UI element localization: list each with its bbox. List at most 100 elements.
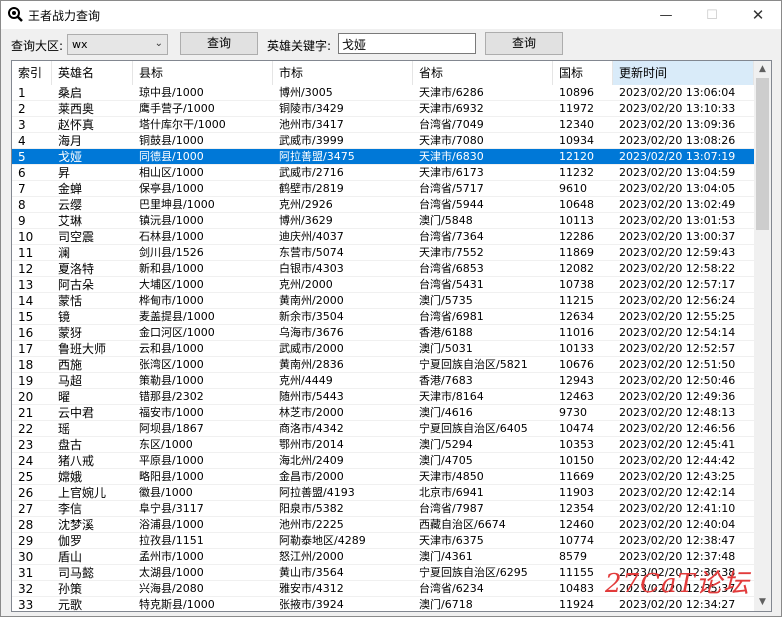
table-cell: 孟州市/1000 (139, 550, 204, 563)
table-cell: 鲁班大师 (58, 342, 107, 356)
table-row[interactable]: 26 上官婉儿 徽县/1000 阿拉善盟/4193 北京市/6941 11903 2023/… (12, 485, 754, 501)
table-cell: 阿拉善盟/3475 (279, 150, 355, 163)
table-row[interactable]: 6 昇 相山区/1000 武威市/2716 天津市/6173 11232 2023/02/2… (12, 165, 754, 181)
table-cell: 澳门/6718 (419, 598, 473, 611)
table-row[interactable]: 8 云缨 巴里坤县/1000 克州/2926 台湾省/5944 10648 2023/02/… (12, 197, 754, 213)
table-cell: 10353 (559, 438, 594, 451)
table-row[interactable]: 7 金蝉 保亭县/1000 鹤壁市/2819 台湾省/5717 9610 2023/02/2… (12, 181, 754, 197)
table-cell: 鹰手营子/1000 (139, 102, 215, 115)
table-row[interactable]: 3 赵怀真 塔什库尔干/1000 池州市/3417 台湾省/7049 12340 2023/… (12, 117, 754, 133)
table-row[interactable]: 9 艾琳 镇沅县/1000 博州/3629 澳门/5848 10113 2023/02/20… (12, 213, 754, 229)
table-cell: 7 (18, 182, 26, 196)
table-cell: 阜宁县/3117 (139, 502, 204, 515)
table-cell: 天津市/6375 (419, 534, 484, 547)
table-row[interactable]: 4 海月 铜鼓县/1000 武威市/3999 天津市/7080 10934 2023/02/… (12, 133, 754, 149)
table-cell: 李信 (58, 502, 83, 516)
table-cell: 盘古 (58, 438, 83, 452)
table-cell: 23 (18, 438, 34, 452)
table-row[interactable]: 14 蒙恬 桦甸市/1000 黄南州/2000 澳门/5735 11215 2023/02/… (12, 293, 754, 309)
table-row[interactable]: 13 阿古朵 大埔区/1000 克州/2000 台湾省/5431 10738 2023/02… (12, 277, 754, 293)
table-row[interactable]: 28 沈梦溪 浴浦县/1000 池州市/2225 西藏自治区/6674 12460 2023… (12, 517, 754, 533)
table-row[interactable]: 20 曜 错那县/2302 随州市/5443 天津市/8164 12463 2023/02/… (12, 389, 754, 405)
table-cell: 特克斯县/1000 (139, 598, 215, 611)
table-cell: 11972 (559, 102, 594, 115)
table-header: 索引 英雄名 县标 市标 省标 国标 更新时间 (12, 61, 754, 85)
table-cell: 拉孜县/1151 (139, 534, 204, 547)
table-row[interactable]: 18 西施 张湾区/1000 黄南州/2836 宁夏回族自治区/5821 10676 202… (12, 357, 754, 373)
table-cell: 黄山市/3564 (279, 566, 344, 579)
table-row[interactable]: 25 嫦娥 略阳县/1000 金昌市/2000 天津市/4850 11669 2023/02… (12, 469, 754, 485)
vertical-scrollbar[interactable]: ▲ ▼ (754, 61, 771, 611)
minimize-button[interactable]: — (643, 1, 689, 29)
table-row[interactable]: 2 莱西奥 鹰手营子/1000 铜陵市/3429 天津市/6932 11972 2023/0… (12, 101, 754, 117)
table-cell: 2023/02/20 13:02:49 (619, 198, 736, 211)
table-cell: 2023/02/20 12:45:41 (619, 438, 736, 451)
table-cell: 14 (18, 294, 34, 308)
table-cell: 司空震 (58, 230, 95, 244)
table-row[interactable]: 11 澜 剑川县/1526 东营市/5074 天津市/7552 11869 2023/02/… (12, 245, 754, 261)
table-row[interactable]: 27 李信 阜宁县/3117 阳泉市/5382 台湾省/7987 12354 2023/02… (12, 501, 754, 517)
magnifier-icon (8, 7, 23, 22)
maximize-button[interactable]: ☐ (689, 1, 735, 29)
table-cell: 相山区/1000 (139, 166, 204, 179)
table-cell: 海北州/2409 (279, 454, 344, 467)
table-row[interactable]: 19 马超 策勒县/1000 克州/4449 香港/7683 12943 2023/02/2… (12, 373, 754, 389)
column-header[interactable]: 英雄名 (52, 61, 133, 85)
keyword-input[interactable]: 戈娅 (338, 33, 476, 54)
table-cell: 武威市/2716 (279, 166, 344, 179)
scroll-down-icon[interactable]: ▼ (754, 594, 771, 611)
table-cell: 阿勒泰地区/4289 (279, 534, 366, 547)
column-header[interactable]: 省标 (413, 61, 553, 85)
region-select[interactable]: wx ⌄ (67, 34, 168, 55)
table-row[interactable]: 1 桑启 琼中县/1000 博州/3005 天津市/6286 10896 2023/02/2… (12, 85, 754, 101)
column-header[interactable]: 更新时间 (613, 61, 754, 85)
column-header[interactable]: 市标 (273, 61, 413, 85)
table-cell: 10648 (559, 198, 594, 211)
table-cell: 30 (18, 550, 34, 564)
table-cell: 19 (18, 374, 34, 388)
table-cell: 北京市/6941 (419, 486, 484, 499)
table-cell: 随州市/5443 (279, 390, 344, 403)
table-cell: 10676 (559, 358, 594, 371)
close-button[interactable]: ✕ (735, 1, 781, 29)
table-cell: 策勒县/1000 (139, 374, 204, 387)
keyword-query-button[interactable]: 查询 (485, 32, 563, 55)
table-body: 1 桑启 琼中县/1000 博州/3005 天津市/6286 10896 2023/02/2… (12, 85, 754, 611)
table-row[interactable]: 22 瑶 阿坝县/1867 商洛市/4342 宁夏回族自治区/6405 10474 2023… (12, 421, 754, 437)
table-cell: 白银市/4303 (279, 262, 344, 275)
table-cell: 西施 (58, 358, 83, 372)
table-row[interactable]: 17 鲁班大师 云和县/1000 武威市/2000 澳门/5031 10133 2023/0… (12, 341, 754, 357)
column-header[interactable]: 索引 (12, 61, 52, 85)
keyword-label: 英雄关键字: (267, 39, 332, 53)
table-cell: 台湾省/7049 (419, 118, 484, 131)
table-cell: 阿拉善盟/4193 (279, 486, 355, 499)
table-cell: 浴浦县/1000 (139, 518, 204, 531)
table-row[interactable]: 21 云中君 福安市/1000 林芝市/2000 澳门/4616 9730 2023/02/… (12, 405, 754, 421)
table-row[interactable]: 15 镜 麦盖提县/1000 新余市/3504 台湾省/6981 12634 2023/02… (12, 309, 754, 325)
table-cell: 澜 (58, 246, 71, 260)
table-row[interactable]: 16 蒙犽 金口河区/1000 乌海市/3676 香港/6188 11016 2023/02… (12, 325, 754, 341)
table-cell: 商洛市/4342 (279, 422, 344, 435)
column-header[interactable]: 县标 (133, 61, 273, 85)
query-button[interactable]: 查询 (180, 32, 258, 55)
table-row[interactable]: 24 猪八戒 平原县/1000 海北州/2409 澳门/4705 10150 2023/02… (12, 453, 754, 469)
column-header[interactable]: 国标 (553, 61, 613, 85)
table-cell: 香港/7683 (419, 374, 473, 387)
table-cell: 2023/02/20 12:56:24 (619, 294, 736, 307)
table-row[interactable]: 29 伽罗 拉孜县/1151 阿勒泰地区/4289 天津市/6375 10774 2023/… (12, 533, 754, 549)
table-row[interactable]: 23 盘古 东区/1000 鄂州市/2014 澳门/5294 10353 2023/02/2… (12, 437, 754, 453)
table-cell: 池州市/3417 (279, 118, 344, 131)
scroll-up-icon[interactable]: ▲ (754, 61, 771, 78)
table-cell: 莱西奥 (58, 102, 95, 116)
results-table[interactable]: 索引 英雄名 县标 市标 省标 国标 更新时间 1 桑启 琼中县/1000 博州/3005 天津市/… (11, 60, 772, 612)
scrollbar-thumb[interactable] (756, 78, 769, 230)
table-row[interactable]: 5 戈娅 同德县/1000 阿拉善盟/3475 天津市/6830 12120 2023/02… (12, 149, 754, 165)
table-cell: 天津市/6173 (419, 166, 484, 179)
table-row[interactable]: 10 司空震 石林县/1000 迪庆州/4037 台湾省/7364 12286 2023/0… (12, 229, 754, 245)
table-cell: 昇 (58, 166, 71, 180)
table-cell: 2023/02/20 12:51:50 (619, 358, 736, 371)
table-cell: 天津市/6932 (419, 102, 484, 115)
table-cell: 台湾省/5944 (419, 198, 484, 211)
table-cell: 32 (18, 582, 34, 596)
table-row[interactable]: 12 夏洛特 新和县/1000 白银市/4303 台湾省/6853 12082 2023/0… (12, 261, 754, 277)
